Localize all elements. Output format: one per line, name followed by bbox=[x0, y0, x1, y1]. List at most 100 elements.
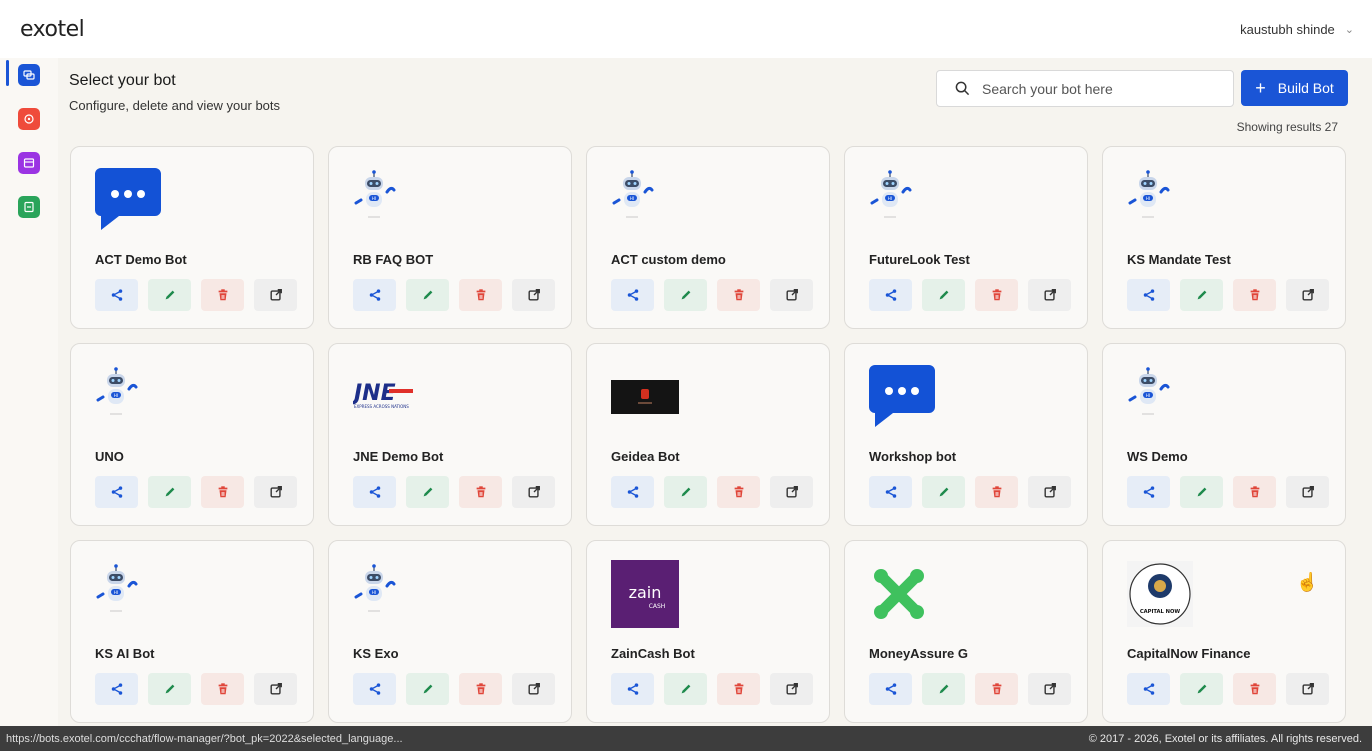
edit-button[interactable] bbox=[664, 673, 707, 705]
delete-button[interactable] bbox=[201, 279, 244, 311]
edit-button[interactable] bbox=[406, 476, 449, 508]
delete-button[interactable] bbox=[975, 279, 1018, 311]
edit-button[interactable] bbox=[1180, 673, 1223, 705]
share-button[interactable] bbox=[869, 476, 912, 508]
edit-button[interactable] bbox=[664, 279, 707, 311]
delete-button[interactable] bbox=[975, 673, 1018, 705]
share-button[interactable] bbox=[611, 279, 654, 311]
share-button[interactable] bbox=[95, 279, 138, 311]
share-icon bbox=[368, 288, 382, 302]
document-icon[interactable] bbox=[18, 196, 40, 218]
open-button[interactable] bbox=[770, 673, 813, 705]
open-button[interactable] bbox=[512, 673, 555, 705]
bot-icon[interactable] bbox=[18, 108, 40, 130]
open-button[interactable] bbox=[512, 279, 555, 311]
open-button[interactable] bbox=[1028, 476, 1071, 508]
bot-name: RB FAQ BOT bbox=[353, 252, 434, 267]
share-button[interactable] bbox=[611, 476, 654, 508]
bot-name: Geidea Bot bbox=[611, 449, 680, 464]
open-button[interactable] bbox=[770, 476, 813, 508]
bot-logo: HI bbox=[869, 165, 959, 235]
delete-button[interactable] bbox=[1233, 476, 1276, 508]
share-button[interactable] bbox=[869, 673, 912, 705]
edit-button[interactable] bbox=[148, 476, 191, 508]
delete-button[interactable] bbox=[975, 476, 1018, 508]
delete-button[interactable] bbox=[459, 279, 502, 311]
open-button[interactable] bbox=[254, 476, 297, 508]
edit-button[interactable] bbox=[406, 279, 449, 311]
bot-card[interactable]: HI FutureLook Test bbox=[844, 146, 1088, 329]
open-button[interactable] bbox=[512, 476, 555, 508]
share-button[interactable] bbox=[353, 476, 396, 508]
bot-card[interactable]: HI ACT custom demo bbox=[586, 146, 830, 329]
delete-button[interactable] bbox=[717, 476, 760, 508]
open-button[interactable] bbox=[1028, 279, 1071, 311]
edit-button[interactable] bbox=[1180, 279, 1223, 311]
share-button[interactable] bbox=[869, 279, 912, 311]
bot-card[interactable]: HI UNO bbox=[70, 343, 314, 526]
bot-card[interactable]: Geidea Bot bbox=[586, 343, 830, 526]
build-bot-button[interactable]: + Build Bot bbox=[1241, 70, 1348, 106]
bot-card[interactable]: HI KS Exo bbox=[328, 540, 572, 723]
delete-button[interactable] bbox=[717, 279, 760, 311]
share-button[interactable] bbox=[353, 279, 396, 311]
edit-icon bbox=[421, 485, 435, 499]
chevron-down-icon: ⌄ bbox=[1344, 23, 1354, 36]
edit-icon bbox=[1195, 485, 1209, 499]
edit-button[interactable] bbox=[922, 476, 965, 508]
bot-card[interactable]: ACT Demo Bot bbox=[70, 146, 314, 329]
delete-button[interactable] bbox=[459, 673, 502, 705]
open-button[interactable] bbox=[254, 673, 297, 705]
bot-actions bbox=[1127, 279, 1329, 311]
bot-logo bbox=[611, 362, 701, 432]
window-icon[interactable] bbox=[18, 152, 40, 174]
open-icon bbox=[527, 288, 541, 302]
edit-button[interactable] bbox=[922, 673, 965, 705]
bot-logo: HI bbox=[611, 165, 701, 235]
svg-text:HI: HI bbox=[114, 393, 118, 398]
bot-card[interactable]: JNE EXPRESS ACROSS NATIONS JNE Demo Bot bbox=[328, 343, 572, 526]
bot-card[interactable]: MoneyAssure G bbox=[844, 540, 1088, 723]
delete-button[interactable] bbox=[201, 673, 244, 705]
share-button[interactable] bbox=[611, 673, 654, 705]
user-menu[interactable]: kaustubh shinde ⌄ bbox=[1240, 22, 1354, 37]
share-button[interactable] bbox=[95, 476, 138, 508]
share-icon bbox=[626, 288, 640, 302]
share-button[interactable] bbox=[95, 673, 138, 705]
bot-card[interactable]: CAPITAL NOW CapitalNow Finance bbox=[1102, 540, 1346, 723]
delete-button[interactable] bbox=[459, 476, 502, 508]
edit-button[interactable] bbox=[406, 673, 449, 705]
open-button[interactable] bbox=[1286, 279, 1329, 311]
delete-button[interactable] bbox=[1233, 279, 1276, 311]
bot-card[interactable]: HI WS Demo bbox=[1102, 343, 1346, 526]
share-button[interactable] bbox=[1127, 673, 1170, 705]
bot-card[interactable]: zain CASH ZainCash Bot bbox=[586, 540, 830, 723]
bot-card[interactable]: HI RB FAQ BOT bbox=[328, 146, 572, 329]
open-button[interactable] bbox=[1028, 673, 1071, 705]
chat-icon[interactable] bbox=[18, 64, 40, 86]
bot-card[interactable]: HI KS AI Bot bbox=[70, 540, 314, 723]
bot-card[interactable]: Workshop bot bbox=[844, 343, 1088, 526]
delete-icon bbox=[1248, 485, 1262, 499]
bot-name: ACT Demo Bot bbox=[95, 252, 187, 267]
share-button[interactable] bbox=[353, 673, 396, 705]
open-button[interactable] bbox=[1286, 673, 1329, 705]
open-button[interactable] bbox=[770, 279, 813, 311]
edit-button[interactable] bbox=[148, 279, 191, 311]
search-box[interactable] bbox=[936, 70, 1234, 107]
exotel-logo[interactable]: exotel bbox=[20, 17, 85, 42]
delete-button[interactable] bbox=[201, 476, 244, 508]
share-button[interactable] bbox=[1127, 476, 1170, 508]
share-button[interactable] bbox=[1127, 279, 1170, 311]
search-input[interactable] bbox=[982, 80, 1222, 97]
delete-button[interactable] bbox=[1233, 673, 1276, 705]
open-button[interactable] bbox=[1286, 476, 1329, 508]
delete-button[interactable] bbox=[717, 673, 760, 705]
edit-button[interactable] bbox=[922, 279, 965, 311]
open-button[interactable] bbox=[254, 279, 297, 311]
bot-card[interactable]: HI KS Mandate Test bbox=[1102, 146, 1346, 329]
edit-button[interactable] bbox=[664, 476, 707, 508]
edit-button[interactable] bbox=[148, 673, 191, 705]
bot-grid: ACT Demo Bot HI RB FAQ BOT HI ACT custom dem… bbox=[70, 146, 1346, 723]
edit-button[interactable] bbox=[1180, 476, 1223, 508]
